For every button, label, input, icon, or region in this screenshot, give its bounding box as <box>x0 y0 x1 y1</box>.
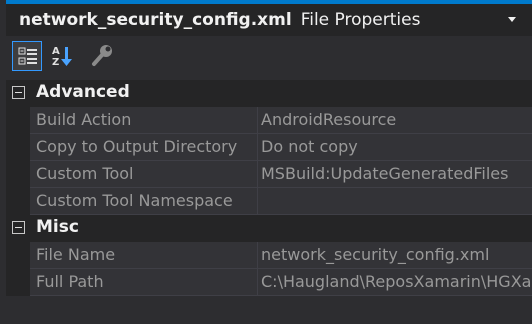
property-name: Custom Tool Namespace <box>36 191 233 210</box>
alphabetical-button[interactable]: A Z <box>47 41 77 71</box>
collapse-icon[interactable] <box>12 86 25 99</box>
property-value[interactable]: AndroidResource <box>261 110 532 129</box>
category-misc[interactable]: Misc <box>6 215 532 242</box>
object-name: network_security_config.xml <box>19 10 292 30</box>
property-value[interactable]: MSBuild:UpdateGeneratedFiles <box>261 164 532 183</box>
column-splitter[interactable] <box>257 188 258 214</box>
property-row-custom-tool-namespace[interactable]: Custom Tool Namespace <box>6 188 532 215</box>
property-value[interactable]: network_security_config.xml <box>261 245 532 264</box>
properties-window: network_security_config.xml File Propert… <box>0 0 532 324</box>
properties-toolbar: A Z <box>6 37 532 77</box>
categorized-icon <box>18 47 37 65</box>
column-splitter[interactable] <box>257 269 258 295</box>
property-name: Full Path <box>36 272 104 291</box>
property-value[interactable]: Do not copy <box>261 137 532 156</box>
alphabetical-icon: A Z <box>52 46 72 68</box>
property-name: Build Action <box>36 110 132 129</box>
svg-text:Z: Z <box>52 57 59 68</box>
column-splitter[interactable] <box>257 107 258 133</box>
categorized-button[interactable] <box>12 41 42 71</box>
svg-text:A: A <box>52 46 60 57</box>
column-splitter[interactable] <box>257 134 258 160</box>
column-splitter[interactable] <box>257 242 258 268</box>
property-grid: Advanced Build Action AndroidResource Co… <box>6 80 532 296</box>
property-row-full-path[interactable]: Full Path C:\Haugland\ReposXamarin\HGXa <box>6 269 532 296</box>
object-selector[interactable]: network_security_config.xml File Propert… <box>6 4 532 36</box>
property-name: Copy to Output Directory <box>36 137 238 156</box>
property-name: Custom Tool <box>36 164 134 183</box>
collapse-icon[interactable] <box>12 221 25 234</box>
category-label: Misc <box>36 217 79 237</box>
category-advanced[interactable]: Advanced <box>6 80 532 107</box>
chevron-down-icon[interactable] <box>508 17 516 22</box>
column-splitter[interactable] <box>257 161 258 187</box>
property-row-file-name[interactable]: File Name network_security_config.xml <box>6 242 532 269</box>
property-name: File Name <box>36 245 116 264</box>
category-label: Advanced <box>36 82 130 102</box>
property-row-custom-tool[interactable]: Custom Tool MSBuild:UpdateGeneratedFiles <box>6 161 532 188</box>
property-row-build-action[interactable]: Build Action AndroidResource <box>6 107 532 134</box>
property-row-copy-to-output[interactable]: Copy to Output Directory Do not copy <box>6 134 532 161</box>
property-pages-button[interactable] <box>87 41 117 71</box>
property-pages-wrench-icon <box>92 45 112 66</box>
property-value[interactable]: C:\Haugland\ReposXamarin\HGXa <box>261 272 532 291</box>
object-type: File Properties <box>300 10 421 30</box>
